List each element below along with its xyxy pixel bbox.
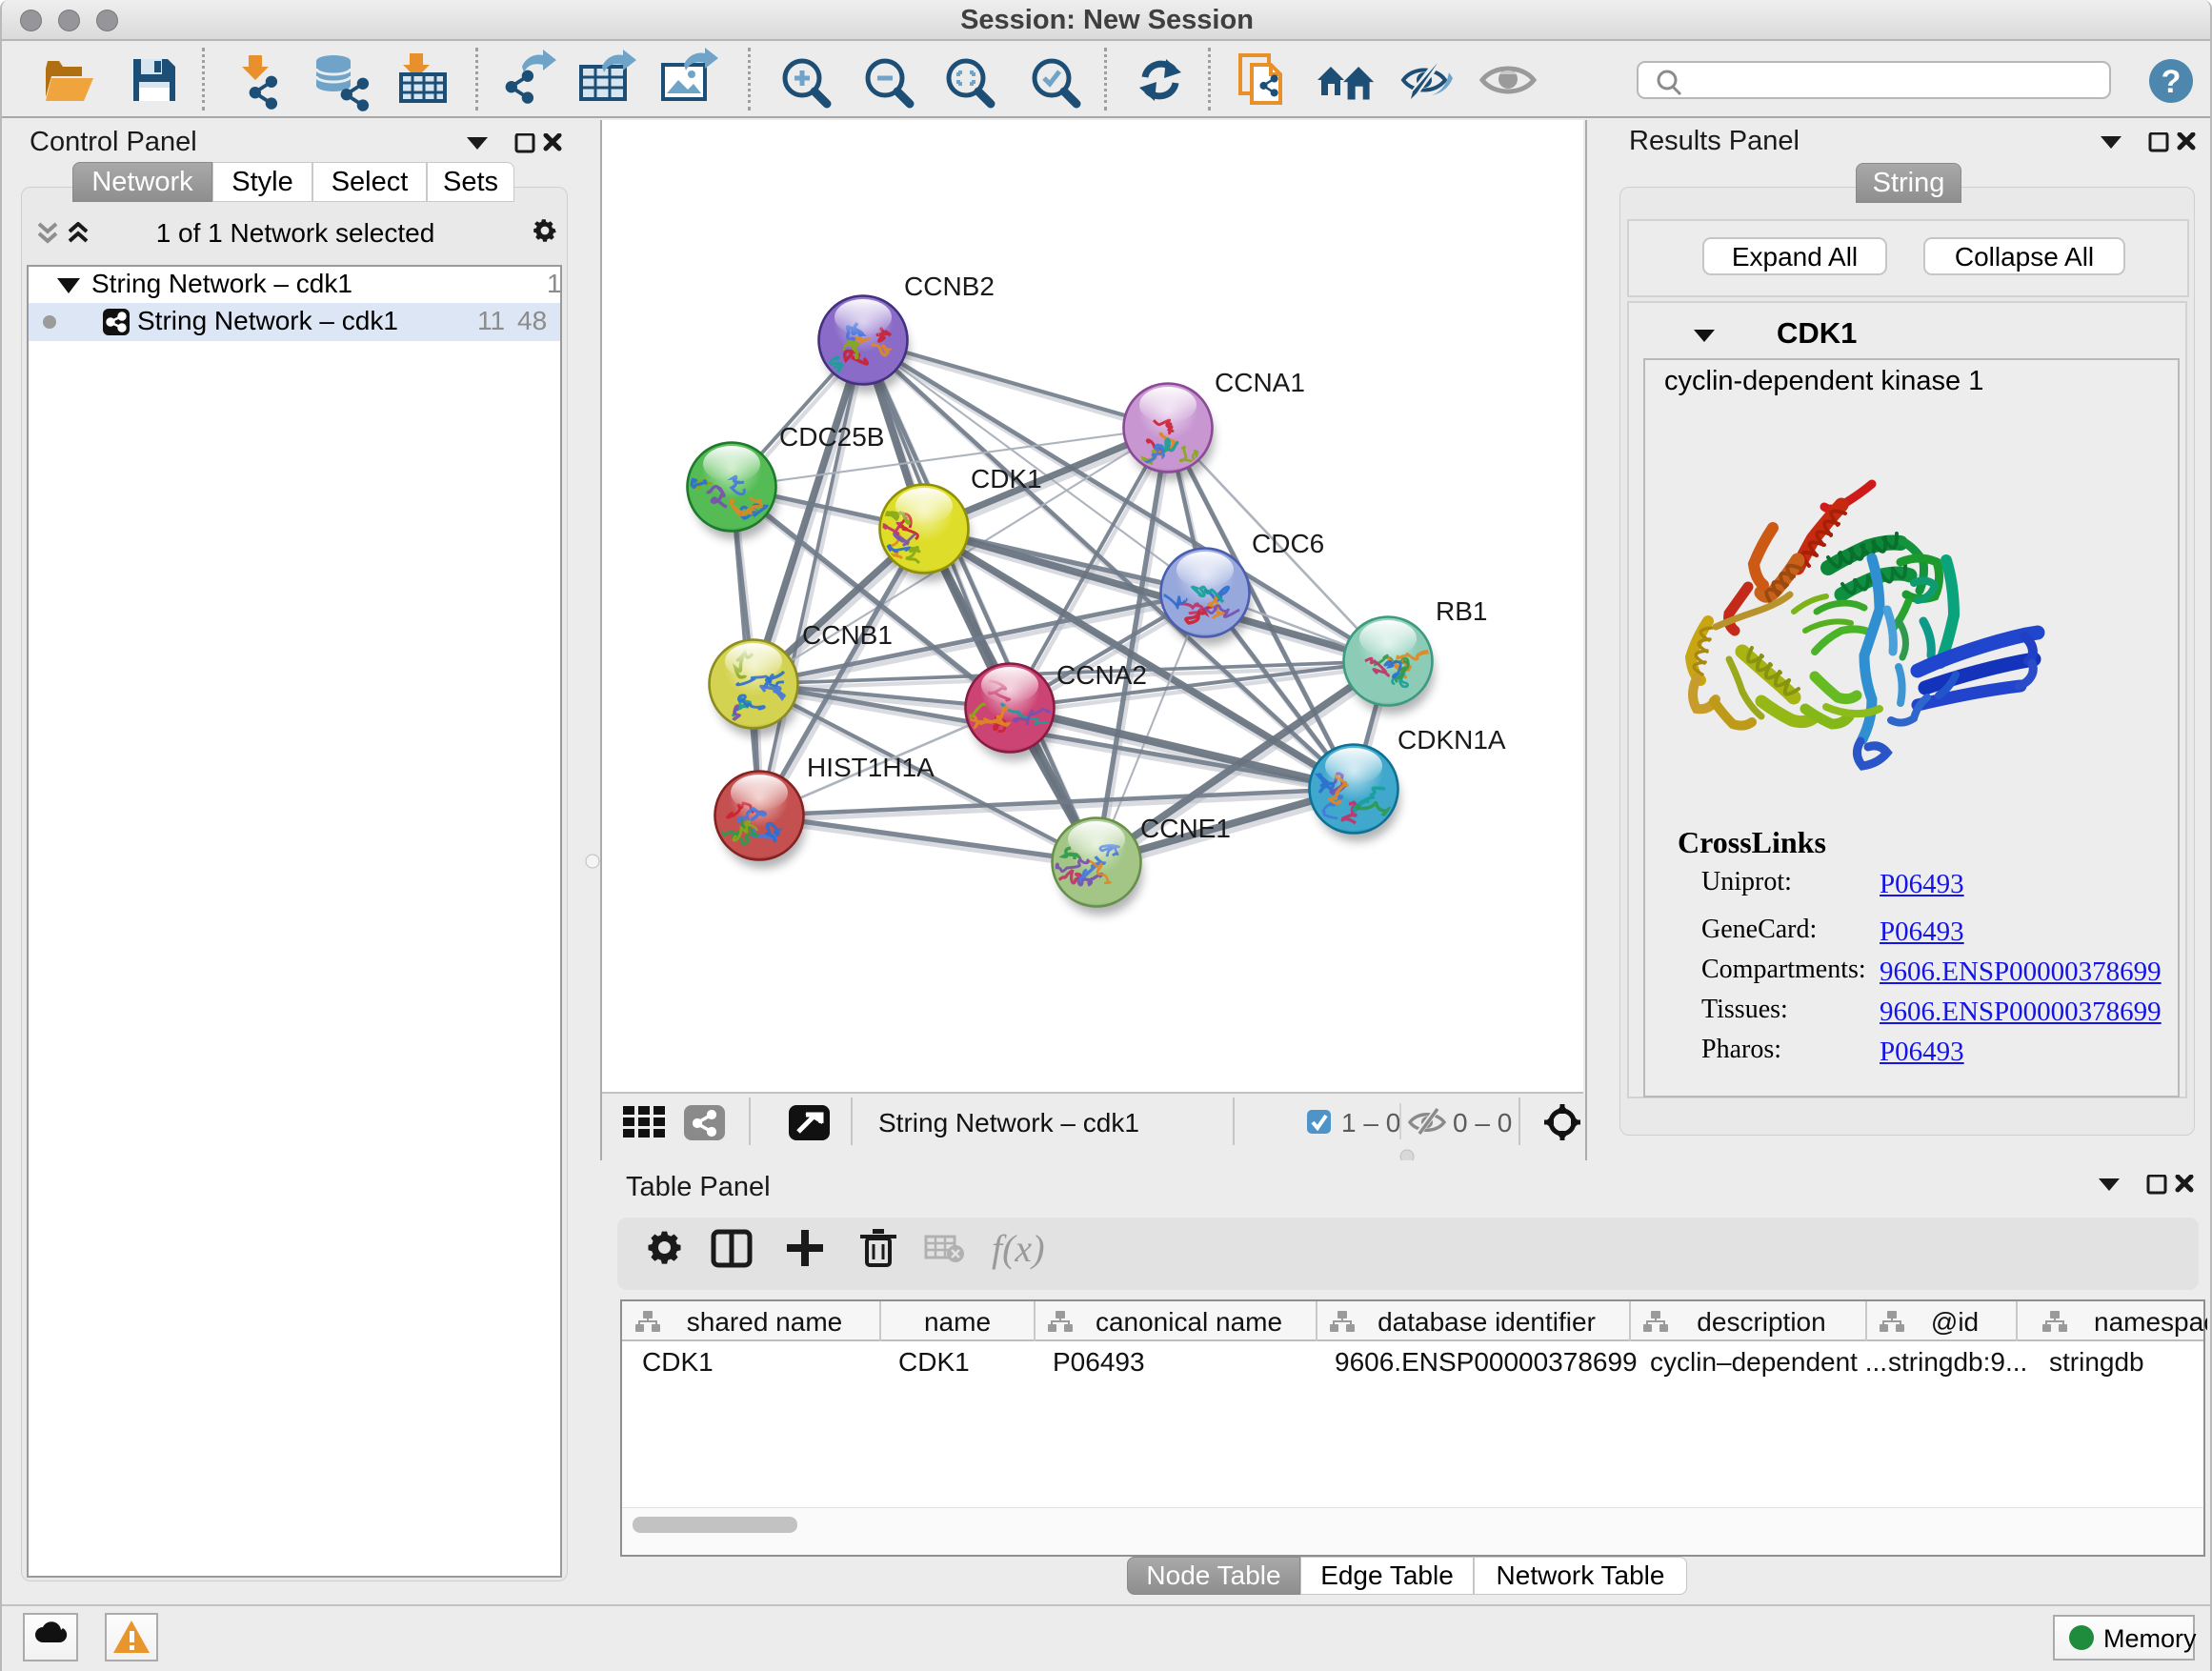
svg-text:database identifier: database identifier [1377,1307,1596,1337]
svg-text:name: name [924,1307,991,1337]
svg-text:CDC25B: CDC25B [779,422,884,452]
svg-text:stringdb: stringdb [2049,1347,2144,1377]
svg-text:CDKN1A: CDKN1A [1398,725,1506,755]
svg-text:CCNB2: CCNB2 [904,272,995,301]
svg-text:0 – 0: 0 – 0 [1453,1108,1512,1137]
svg-text:String Network – cdk1: String Network – cdk1 [878,1108,1139,1137]
svg-text:1 – 0: 1 – 0 [1341,1108,1400,1137]
svg-text:description: description [1697,1307,1825,1337]
svg-text:namespace: namespace [2094,1307,2207,1337]
svg-text:CCNA1: CCNA1 [1215,368,1305,397]
svg-text:HIST1H1A: HIST1H1A [807,753,935,782]
svg-text:@id: @id [1931,1307,1979,1337]
svg-text:RB1: RB1 [1436,596,1487,626]
svg-text:9606.ENSP00000378699: 9606.ENSP00000378699 [1335,1347,1638,1377]
svg-text:CCNB1: CCNB1 [802,620,893,650]
svg-text:stringdb:9...: stringdb:9... [1888,1347,2027,1377]
svg-text:?: ? [2162,64,2182,100]
svg-text:P06493: P06493 [1053,1347,1145,1377]
svg-text:shared name: shared name [687,1307,842,1337]
svg-text:CCNA2: CCNA2 [1056,660,1147,690]
svg-text:CDK1: CDK1 [971,464,1042,493]
svg-text:CDK1: CDK1 [898,1347,970,1377]
svg-text:canonical name: canonical name [1096,1307,1282,1337]
svg-text:CCNE1: CCNE1 [1140,814,1231,843]
svg-text:f(x): f(x) [992,1227,1045,1270]
svg-text:CDK1: CDK1 [642,1347,714,1377]
svg-text:cyclin–dependent ...: cyclin–dependent ... [1650,1347,1887,1377]
svg-text:CDC6: CDC6 [1252,529,1324,558]
